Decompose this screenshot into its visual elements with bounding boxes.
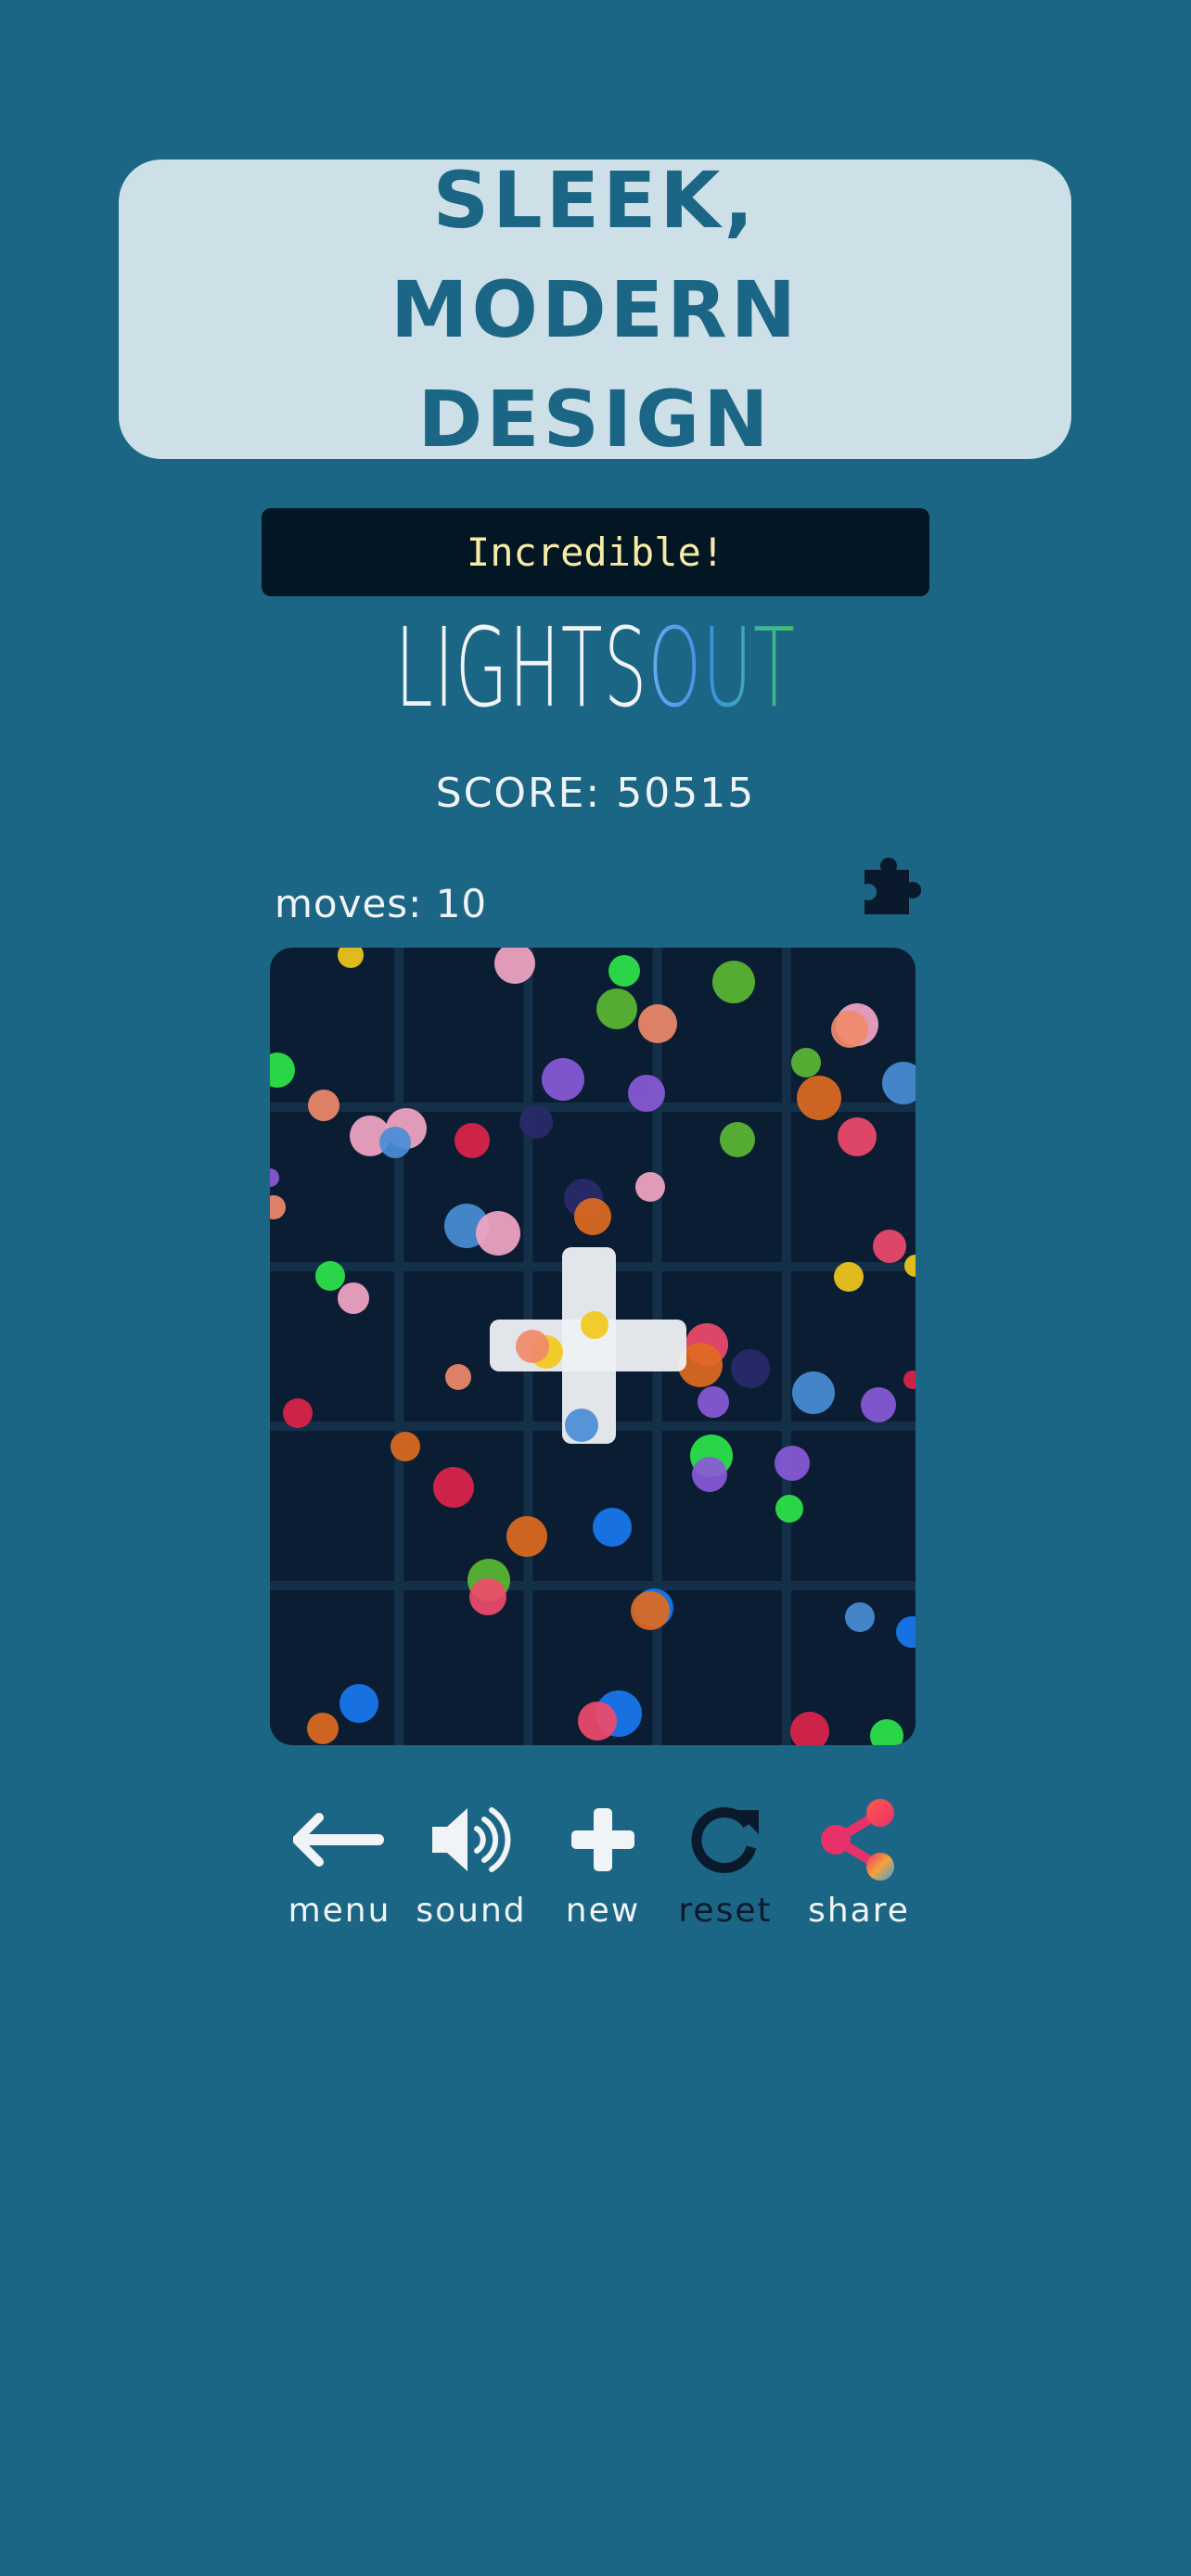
confetti-dot [338, 1282, 369, 1314]
confetti-dot [519, 1105, 553, 1139]
confetti-dot [476, 1211, 520, 1256]
confetti-dot [720, 1122, 755, 1157]
confetti-dot [882, 1062, 916, 1104]
plus-icon [571, 1808, 634, 1871]
confetti-dot [270, 1195, 286, 1219]
confetti-dot [593, 1508, 632, 1547]
confetti-dot [698, 1386, 729, 1418]
confetti-dot [873, 1230, 906, 1263]
moves-counter: moves: 10 [275, 881, 487, 926]
confetti-dot [379, 1127, 411, 1158]
confetti-dot [775, 1446, 810, 1481]
speaker-icon [432, 1807, 511, 1872]
confetti-dot [870, 1719, 903, 1745]
confetti-dot [635, 1172, 665, 1202]
confetti-dot [692, 1457, 727, 1492]
confetti-dot [791, 1048, 821, 1078]
confetti-dot [596, 988, 637, 1029]
game-logo: LIGHTSOUT [226, 607, 965, 728]
status-toast: Incredible! [262, 508, 929, 596]
confetti-dot [712, 961, 755, 1003]
confetti-dot [731, 1349, 770, 1388]
redo-icon [691, 1807, 759, 1873]
sound-button[interactable]: sound [406, 1799, 536, 1930]
confetti-dot [775, 1495, 803, 1523]
confetti-dot [578, 1702, 617, 1741]
promo-banner: SLEEK, MODERN DESIGN [119, 155, 1071, 465]
confetti-dot [790, 1712, 829, 1745]
confetti-dot [631, 1591, 670, 1630]
menu-button[interactable]: menu [275, 1799, 404, 1930]
confetti-dot [307, 1713, 339, 1744]
confetti-dot [338, 948, 364, 968]
new-label: new [565, 1892, 641, 1930]
reset-label: reset [678, 1892, 773, 1930]
confetti-dot [861, 1387, 896, 1422]
confetti-dot [391, 1432, 420, 1461]
confetti-dot [445, 1364, 471, 1390]
arrow-left-icon [293, 1813, 384, 1867]
game-board[interactable] [270, 948, 916, 1745]
confetti-dot [845, 1602, 875, 1632]
confetti-dot [455, 1123, 490, 1158]
confetti-dot [831, 1011, 868, 1048]
confetti-dot [516, 1330, 549, 1363]
confetti-dot [838, 1117, 877, 1156]
confetti-dot [638, 1004, 677, 1043]
share-button[interactable]: share [794, 1799, 924, 1930]
confetti-dot [270, 1168, 279, 1187]
confetti-dot [339, 1684, 378, 1723]
confetti-dot [903, 1371, 916, 1389]
menu-label: menu [288, 1892, 391, 1930]
confetti-dot [574, 1198, 611, 1235]
confetti-dot [506, 1516, 547, 1557]
board-canvas[interactable] [270, 948, 916, 1745]
confetti-dot [896, 1616, 916, 1648]
confetti-dot [834, 1262, 864, 1292]
score-display: SCORE: 50515 [435, 770, 756, 817]
share-icon [821, 1799, 894, 1881]
confetti-dot [469, 1578, 506, 1615]
confetti-dot [565, 1409, 598, 1442]
confetti-dot [581, 1311, 608, 1339]
new-button[interactable]: new [538, 1799, 668, 1930]
confetti-dot [904, 1255, 916, 1277]
confetti-dot [792, 1371, 835, 1414]
moves-label: moves: [275, 881, 423, 926]
moves-value: 10 [435, 881, 488, 926]
confetti-dot [542, 1058, 584, 1101]
banner-title: SLEEK, MODERN DESIGN [390, 154, 800, 465]
reset-button[interactable]: reset [660, 1799, 790, 1930]
puzzle-icon[interactable] [861, 851, 929, 920]
confetti-dot [283, 1398, 313, 1428]
control-bar: menu sound new reset share [271, 1799, 920, 1957]
confetti-dot [315, 1261, 345, 1291]
logo-word-out: OUT [647, 604, 797, 732]
confetti-dot [270, 1052, 295, 1088]
share-label: share [808, 1892, 910, 1930]
confetti-dot [628, 1075, 665, 1112]
sound-label: sound [416, 1892, 527, 1930]
confetti-dot [608, 955, 640, 987]
confetti-dot [797, 1076, 841, 1120]
logo-word-lights: LIGHTS [394, 604, 648, 732]
confetti-dot [308, 1090, 339, 1121]
toast-message: Incredible! [466, 529, 725, 575]
confetti-dot [433, 1467, 474, 1508]
